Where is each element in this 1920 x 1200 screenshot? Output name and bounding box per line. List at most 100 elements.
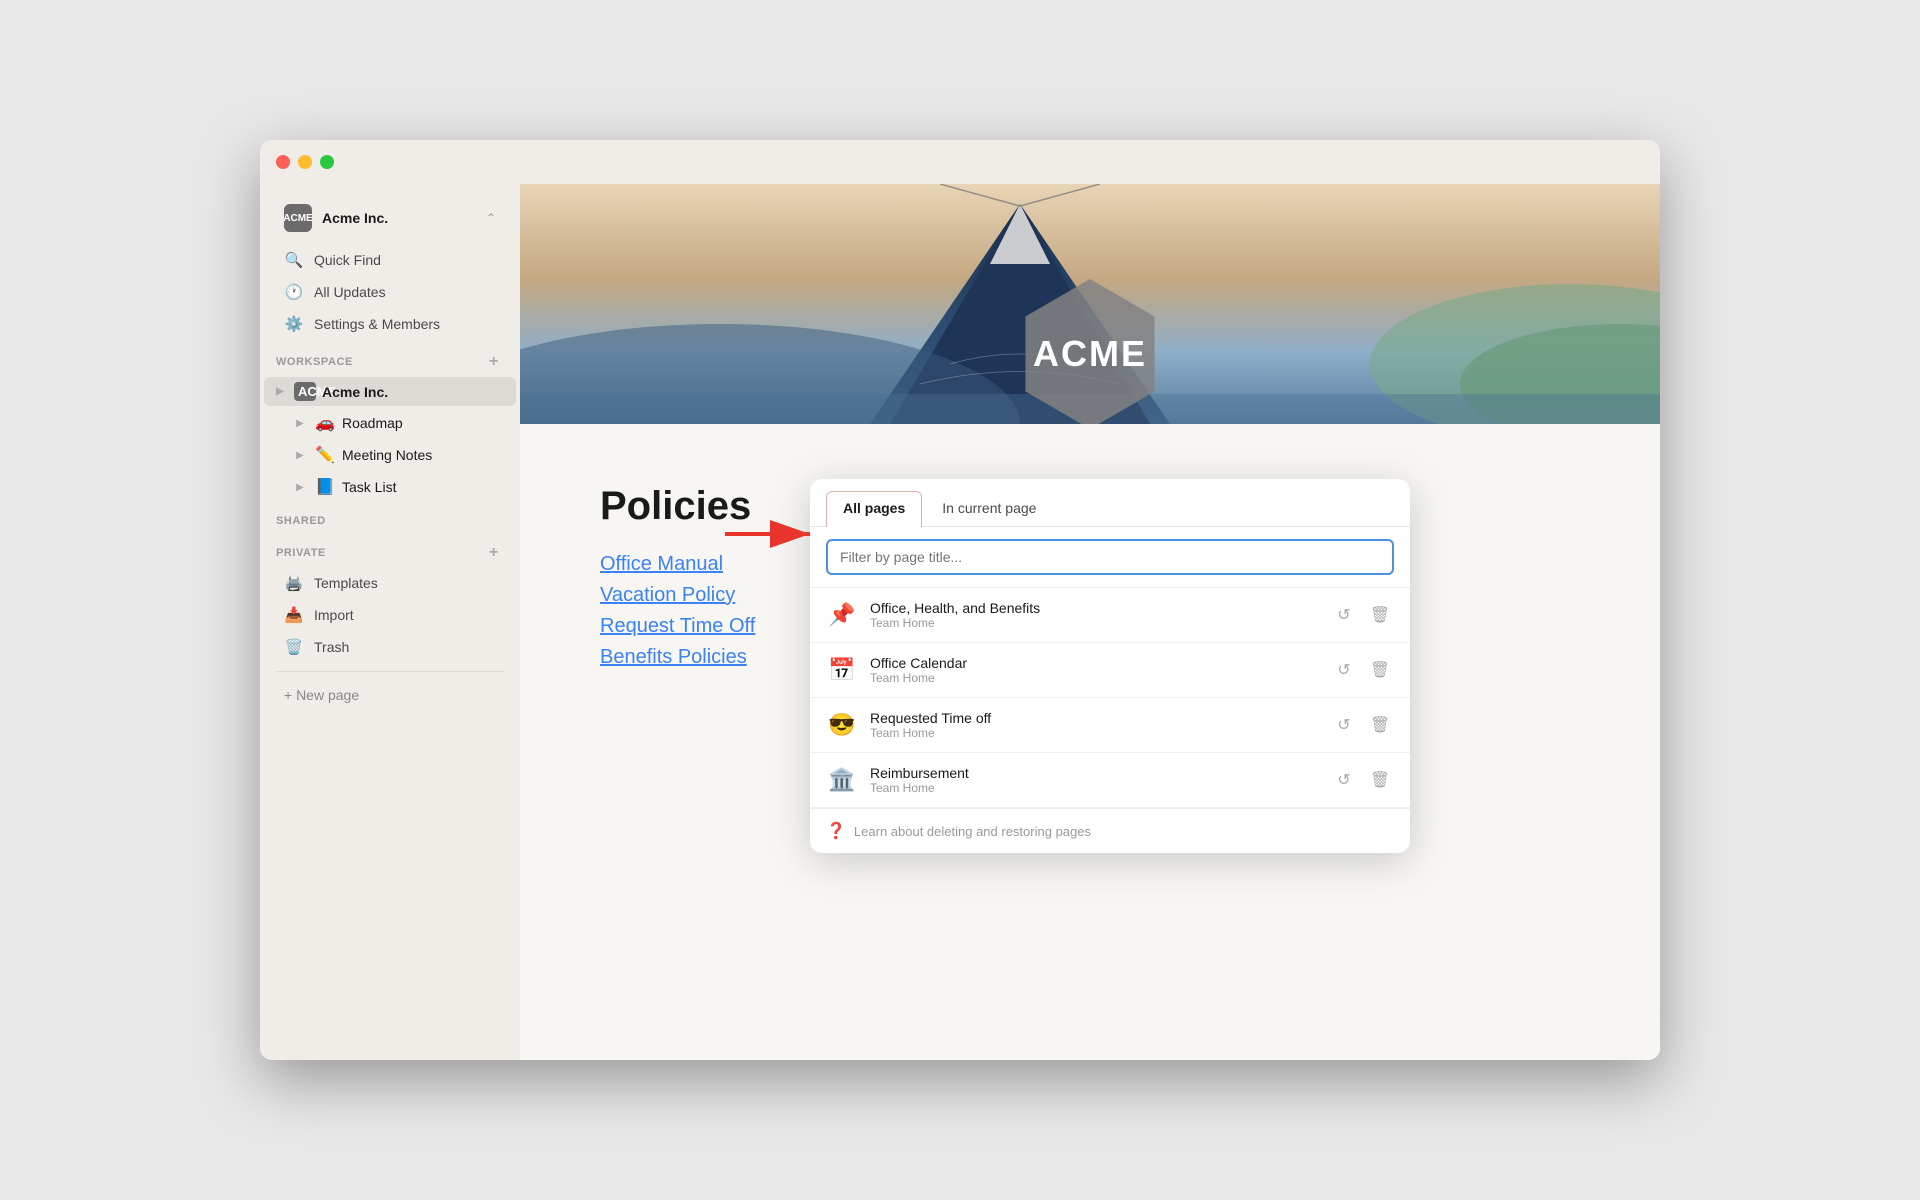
item-info-1: Office Calendar Team Home bbox=[870, 655, 1318, 685]
list-item[interactable]: 📌 Office, Health, and Benefits Team Home… bbox=[810, 588, 1410, 643]
task-list-emoji-icon: 📘 bbox=[314, 477, 336, 497]
sidebar-item-import-label: Import bbox=[314, 607, 354, 623]
item-subtitle-1: Team Home bbox=[870, 671, 1318, 685]
item-emoji-1: 📅 bbox=[826, 657, 858, 683]
item-subtitle-3: Team Home bbox=[870, 781, 1318, 795]
item-actions-2: ↺ 🗑 bbox=[1330, 711, 1394, 739]
sidebar-item-roadmap-label: Roadmap bbox=[342, 415, 508, 431]
shared-section-label: SHARED bbox=[260, 503, 520, 531]
workspace-chevron-icon: ⌃ bbox=[486, 211, 496, 225]
tab-all-pages[interactable]: All pages bbox=[826, 491, 922, 527]
item-subtitle-2: Team Home bbox=[870, 726, 1318, 740]
sidebar-item-meeting-notes[interactable]: ▶ ✏️ Meeting Notes bbox=[264, 440, 516, 470]
content-area: ACME Policies Office Manual Vacation Pol… bbox=[520, 184, 1660, 1060]
item-info-3: Reimbursement Team Home bbox=[870, 765, 1318, 795]
tab-in-current-page[interactable]: In current page bbox=[926, 492, 1052, 526]
sidebar-item-acme-inc[interactable]: ▶ ACME Acme Inc. bbox=[264, 377, 516, 406]
title-bar bbox=[260, 140, 1660, 184]
meeting-notes-emoji-icon: ✏️ bbox=[314, 445, 336, 465]
hero-banner: ACME bbox=[520, 184, 1660, 424]
trash-icon: 🗑️ bbox=[284, 638, 304, 656]
popup-tabs: All pages In current page bbox=[810, 479, 1410, 527]
sidebar-item-settings-label: Settings & Members bbox=[314, 316, 440, 332]
item-title-1: Office Calendar bbox=[870, 655, 1318, 671]
popup-search-area bbox=[810, 527, 1410, 588]
sidebar-item-import[interactable]: 📥 Import bbox=[268, 600, 512, 630]
item-title-3: Reimbursement bbox=[870, 765, 1318, 781]
item-info-0: Office, Health, and Benefits Team Home bbox=[870, 600, 1318, 630]
filter-input[interactable] bbox=[826, 539, 1394, 575]
popup-footer-text[interactable]: Learn about deleting and restoring pages bbox=[854, 824, 1091, 839]
private-section-label: PRIVATE + bbox=[260, 531, 520, 567]
tree-chevron-icon: ▶ bbox=[272, 384, 288, 400]
item-emoji-2: 😎 bbox=[826, 712, 858, 738]
sidebar-item-templates-label: Templates bbox=[314, 575, 378, 591]
gear-icon: ⚙️ bbox=[284, 315, 304, 333]
main-area: ACME Acme Inc. ⌃ 🔍 Quick Find 🕐 All Upda… bbox=[260, 184, 1660, 1060]
new-page-button[interactable]: + New page bbox=[268, 681, 512, 709]
roadmap-chevron-icon: ▶ bbox=[292, 415, 308, 431]
workspace-header[interactable]: ACME Acme Inc. ⌃ bbox=[268, 196, 512, 240]
item-emoji-0: 📌 bbox=[826, 602, 858, 628]
sidebar-item-acme-inc-label: Acme Inc. bbox=[322, 384, 508, 400]
popup-footer: ❓ Learn about deleting and restoring pag… bbox=[810, 808, 1410, 853]
list-item[interactable]: 😎 Requested Time off Team Home ↺ 🗑 bbox=[810, 698, 1410, 753]
popup-items-list: 📌 Office, Health, and Benefits Team Home… bbox=[810, 588, 1410, 808]
item-title-2: Requested Time off bbox=[870, 710, 1318, 726]
minimize-button[interactable] bbox=[298, 155, 312, 169]
sidebar-item-quick-find-label: Quick Find bbox=[314, 252, 381, 268]
restore-button-2[interactable]: ↺ bbox=[1330, 711, 1358, 739]
item-emoji-3: 🏛️ bbox=[826, 767, 858, 793]
workspace-name: Acme Inc. bbox=[322, 210, 476, 226]
help-icon: ❓ bbox=[826, 821, 846, 841]
meeting-notes-chevron-icon: ▶ bbox=[292, 447, 308, 463]
sidebar-item-all-updates[interactable]: 🕐 All Updates bbox=[268, 277, 512, 307]
sidebar: ACME Acme Inc. ⌃ 🔍 Quick Find 🕐 All Upda… bbox=[260, 184, 520, 1060]
search-icon: 🔍 bbox=[284, 251, 304, 269]
sidebar-item-quick-find[interactable]: 🔍 Quick Find bbox=[268, 245, 512, 275]
clock-icon: 🕐 bbox=[284, 283, 304, 301]
sidebar-item-all-updates-label: All Updates bbox=[314, 284, 386, 300]
acme-icon: ACME bbox=[294, 382, 316, 401]
workspace-icon: ACME bbox=[284, 204, 312, 232]
app-window: ACME Acme Inc. ⌃ 🔍 Quick Find 🕐 All Upda… bbox=[260, 140, 1660, 1060]
delete-restore-popup: All pages In current page 📌 Office, bbox=[810, 479, 1410, 853]
item-subtitle-0: Team Home bbox=[870, 616, 1318, 630]
roadmap-emoji-icon: 🚗 bbox=[314, 413, 336, 433]
delete-button-3[interactable]: 🗑 bbox=[1366, 766, 1394, 794]
sidebar-item-templates[interactable]: 🖨️ Templates bbox=[268, 568, 512, 598]
sidebar-item-settings[interactable]: ⚙️ Settings & Members bbox=[268, 309, 512, 339]
item-actions-3: ↺ 🗑 bbox=[1330, 766, 1394, 794]
sidebar-divider bbox=[276, 671, 504, 672]
list-item[interactable]: 📅 Office Calendar Team Home ↺ 🗑 bbox=[810, 643, 1410, 698]
sidebar-item-roadmap[interactable]: ▶ 🚗 Roadmap bbox=[264, 408, 516, 438]
sidebar-item-task-list-label: Task List bbox=[342, 479, 508, 495]
maximize-button[interactable] bbox=[320, 155, 334, 169]
item-actions-0: ↺ 🗑 bbox=[1330, 601, 1394, 629]
private-add-button[interactable]: + bbox=[484, 543, 504, 563]
restore-button-3[interactable]: ↺ bbox=[1330, 766, 1358, 794]
item-info-2: Requested Time off Team Home bbox=[870, 710, 1318, 740]
acme-logo-text: ACME bbox=[1033, 333, 1147, 375]
restore-button-1[interactable]: ↺ bbox=[1330, 656, 1358, 684]
delete-button-0[interactable]: 🗑 bbox=[1366, 601, 1394, 629]
new-page-label: + New page bbox=[284, 687, 359, 703]
task-list-chevron-icon: ▶ bbox=[292, 479, 308, 495]
sidebar-item-task-list[interactable]: ▶ 📘 Task List bbox=[264, 472, 516, 502]
delete-button-1[interactable]: 🗑 bbox=[1366, 656, 1394, 684]
item-actions-1: ↺ 🗑 bbox=[1330, 656, 1394, 684]
list-item[interactable]: 🏛️ Reimbursement Team Home ↺ 🗑 bbox=[810, 753, 1410, 808]
templates-icon: 🖨️ bbox=[284, 574, 304, 592]
item-title-0: Office, Health, and Benefits bbox=[870, 600, 1318, 616]
workspace-add-button[interactable]: + bbox=[484, 352, 504, 372]
sidebar-item-trash-label: Trash bbox=[314, 639, 349, 655]
sidebar-item-trash[interactable]: 🗑️ Trash bbox=[268, 632, 512, 662]
sidebar-item-meeting-notes-label: Meeting Notes bbox=[342, 447, 508, 463]
workspace-section-label: WORKSPACE + bbox=[260, 340, 520, 376]
delete-button-2[interactable]: 🗑 bbox=[1366, 711, 1394, 739]
acme-logo: ACME bbox=[1010, 274, 1170, 424]
import-icon: 📥 bbox=[284, 606, 304, 624]
traffic-lights bbox=[276, 155, 334, 169]
close-button[interactable] bbox=[276, 155, 290, 169]
restore-button-0[interactable]: ↺ bbox=[1330, 601, 1358, 629]
